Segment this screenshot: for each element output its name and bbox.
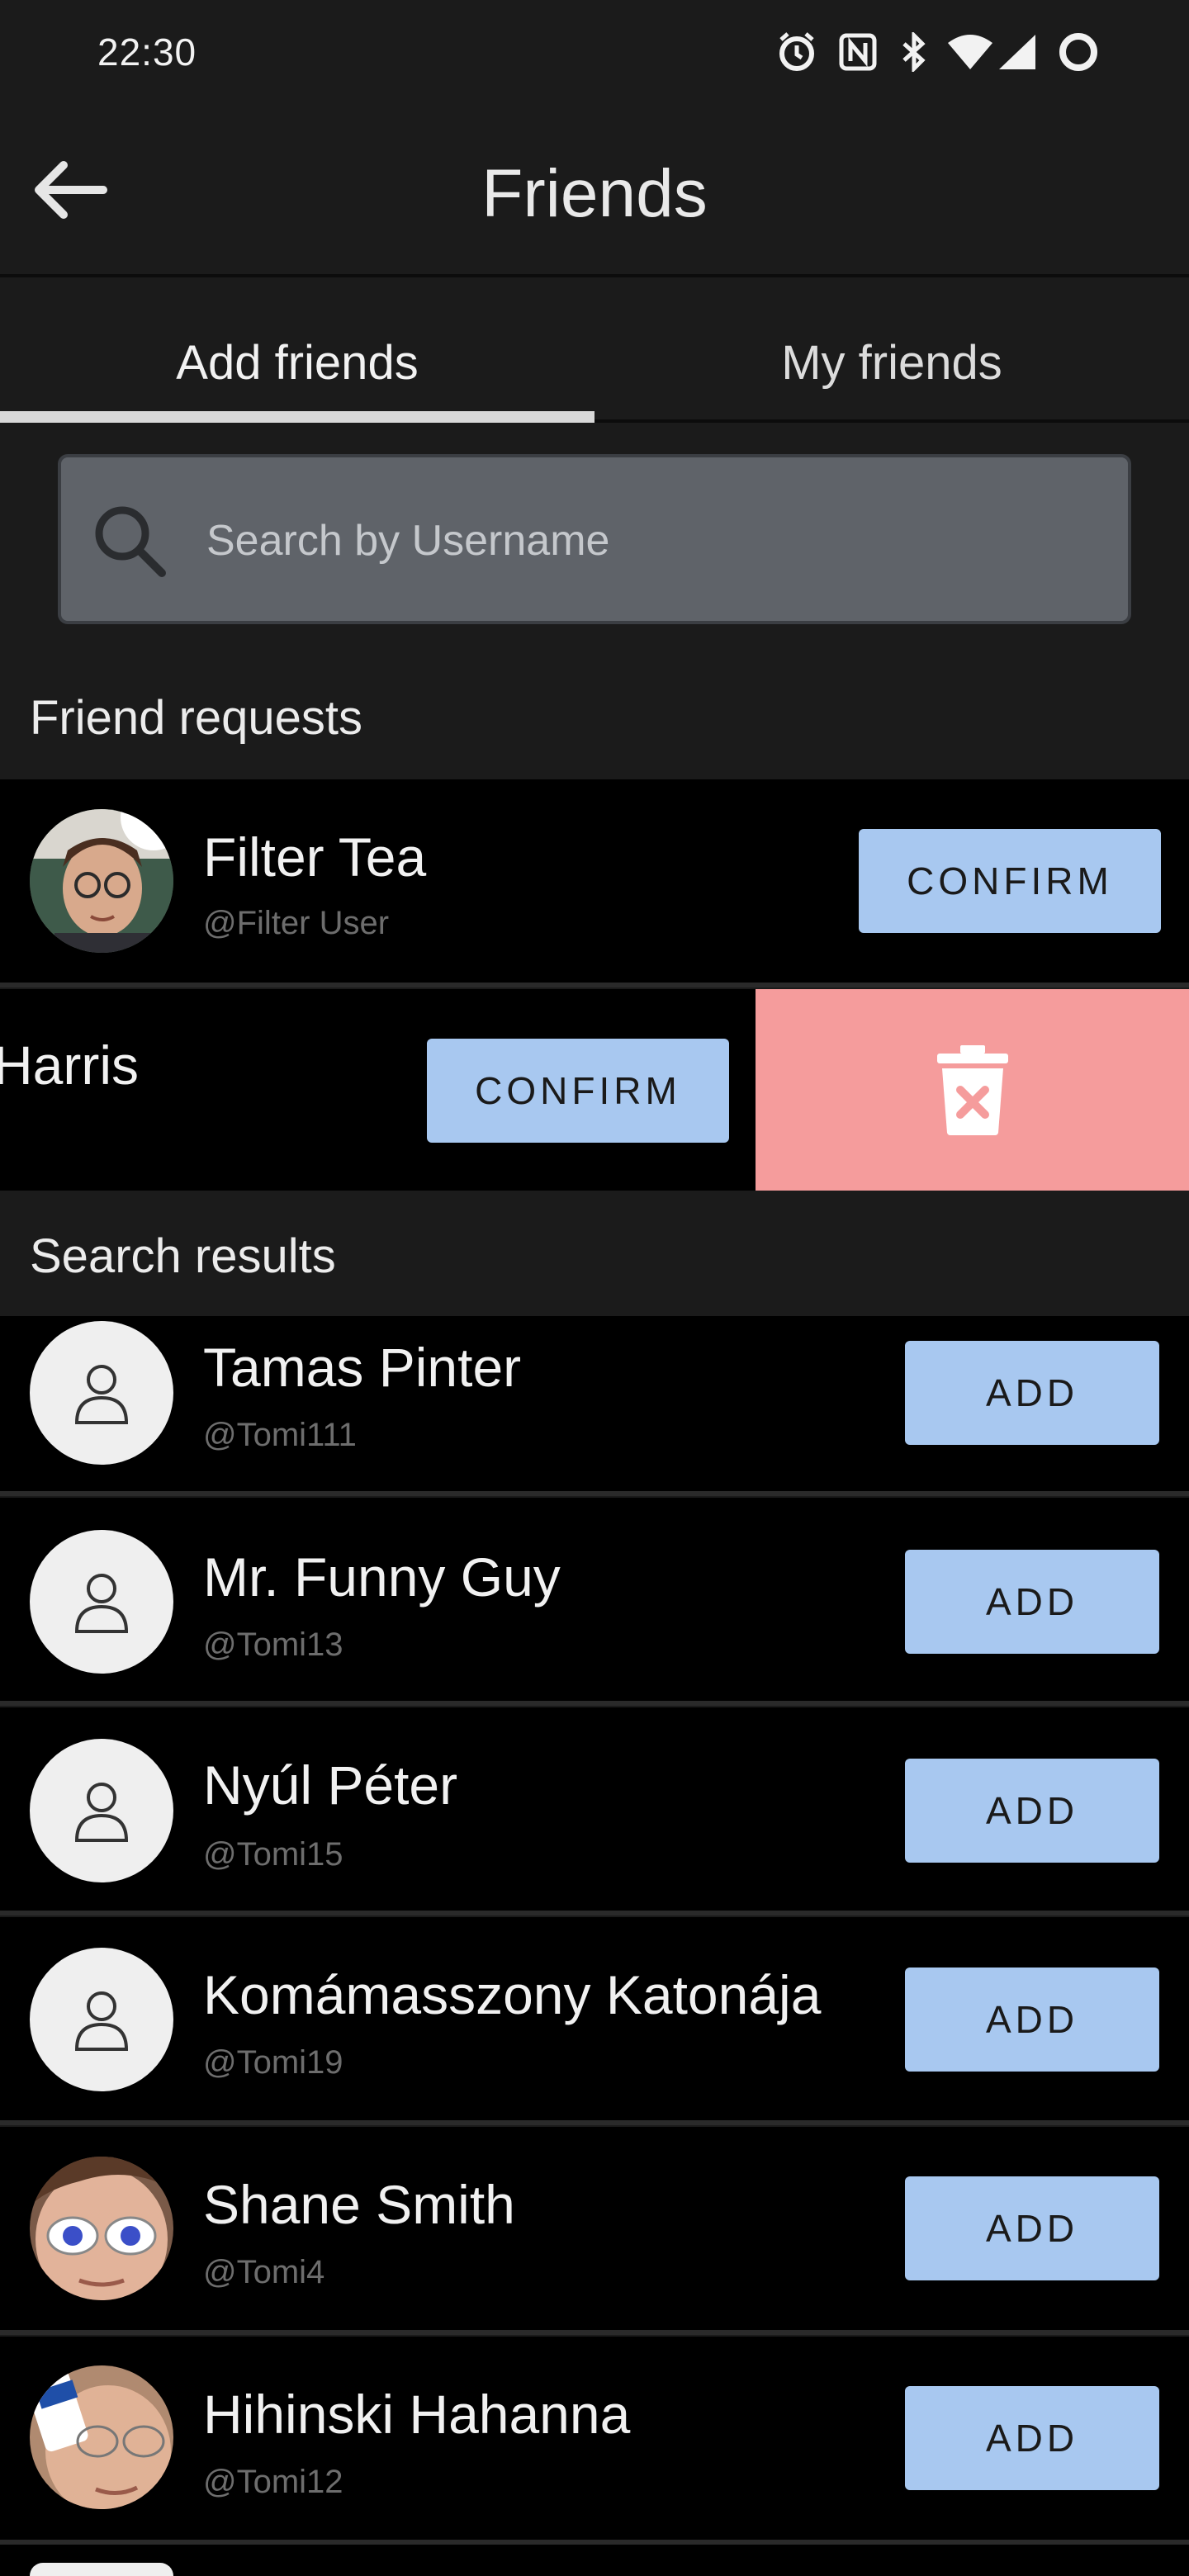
request-name: Harris	[0, 1035, 139, 1096]
wifi-icon	[945, 31, 996, 73]
avatar	[30, 2365, 173, 2509]
avatar	[30, 1321, 173, 1465]
delete-request-button[interactable]	[756, 989, 1189, 1191]
request-handle: @Filter User	[203, 905, 390, 941]
result-handle: @Tomi15	[203, 1836, 343, 1873]
result-name: Mr. Funny Guy	[203, 1546, 561, 1608]
tab-add-friends[interactable]: Add friends	[0, 281, 594, 419]
result-handle: @Tomi111	[203, 1417, 357, 1453]
signal-icon	[996, 31, 1039, 73]
result-handle: @Tomi13	[203, 1627, 343, 1663]
divider	[0, 1911, 1189, 1915]
divider	[0, 2120, 1189, 2125]
add-button[interactable]: ADD	[905, 1968, 1159, 2072]
alarm-icon	[775, 31, 819, 73]
add-button[interactable]: ADD	[905, 1341, 1159, 1445]
nfc-icon	[836, 31, 880, 73]
result-name: Shane Smith	[203, 2174, 515, 2235]
request-name: Filter Tea	[203, 826, 427, 888]
avatar	[30, 1948, 173, 2091]
add-button[interactable]: ADD	[905, 1759, 1159, 1863]
confirm-button[interactable]: CONFIRM	[859, 829, 1161, 933]
add-button[interactable]: ADD	[905, 2176, 1159, 2280]
add-button[interactable]: ADD	[905, 2386, 1159, 2490]
bluetooth-icon	[895, 31, 933, 73]
avatar	[30, 1530, 173, 1674]
list-item	[0, 2545, 1189, 2576]
confirm-button[interactable]: CONFIRM	[427, 1039, 729, 1143]
user-icon	[74, 1991, 129, 2051]
tab-indicator	[0, 411, 594, 423]
result-handle: @Tomi12	[203, 2464, 343, 2500]
status-time: 22:30	[97, 31, 197, 73]
result-name: Nyúl Péter	[203, 1754, 458, 1816]
result-name: Tamas Pinter	[203, 1337, 522, 1398]
add-button[interactable]: ADD	[905, 1550, 1159, 1654]
search-results-heading: Search results	[30, 1229, 336, 1283]
result-handle: @Tomi4	[203, 2254, 325, 2290]
user-icon	[74, 1574, 129, 1633]
divider	[0, 1491, 1189, 1496]
divider	[0, 2330, 1189, 2335]
avatar	[30, 2157, 173, 2300]
trash-x-icon	[936, 1045, 1008, 1135]
user-icon	[74, 1365, 129, 1424]
result-name: Komámasszony Katonája	[203, 1964, 822, 2025]
tab-my-friends[interactable]: My friends	[594, 281, 1189, 419]
result-handle: @Tomi19	[203, 2044, 343, 2081]
friend-requests-heading: Friend requests	[30, 691, 362, 745]
user-icon	[74, 1783, 129, 1842]
avatar	[30, 2563, 173, 2576]
search-input[interactable]	[206, 510, 1098, 571]
divider	[0, 1701, 1189, 1706]
avatar	[30, 809, 173, 953]
avatar	[30, 1739, 173, 1882]
search-icon	[84, 495, 175, 586]
battery-ring-icon	[1055, 31, 1101, 73]
page-title: Friends	[481, 156, 708, 231]
result-name: Hihinski Hahanna	[203, 2384, 631, 2445]
divider	[0, 983, 1189, 987]
